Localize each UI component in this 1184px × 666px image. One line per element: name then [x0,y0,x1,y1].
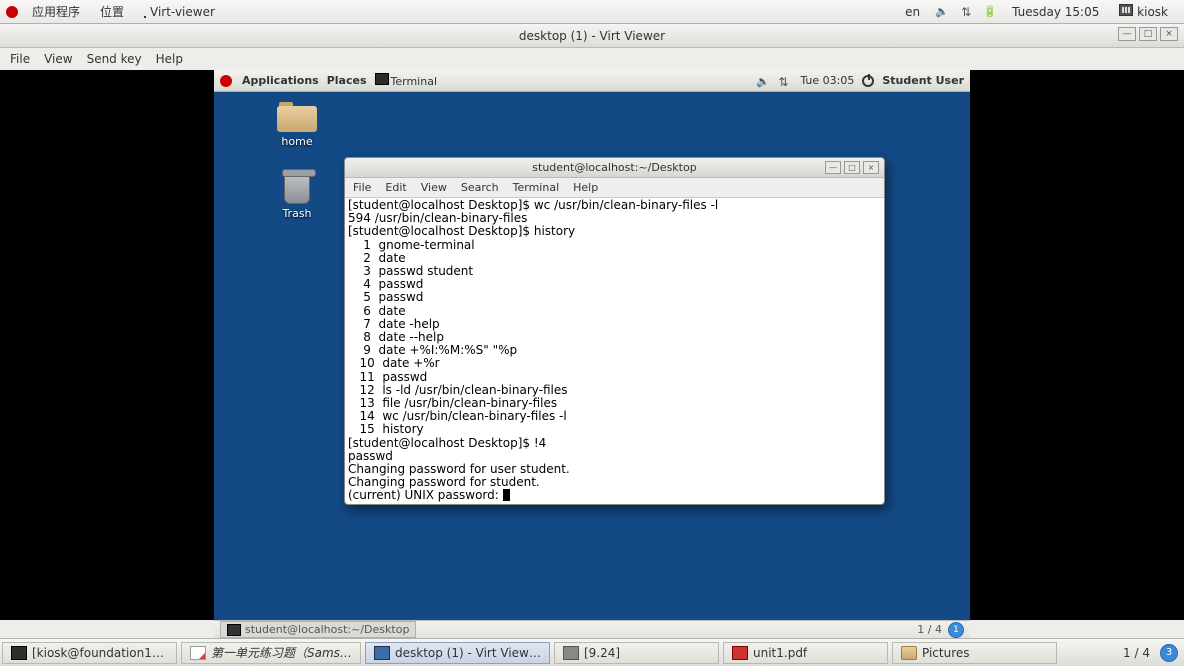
virt-viewer-titlebar[interactable]: desktop (1) - Virt Viewer — □ × [0,24,1184,48]
guest-bottom-panel: student@localhost:~/Desktop 1 / 4 1 [214,620,970,638]
desktop-icon-trash[interactable]: Trash [262,172,332,220]
document-icon [190,646,206,660]
taskbar-item-kiosk-terminal[interactable]: [kiosk@foundation167:… [2,642,177,664]
guest-workspace-switcher[interactable]: 1 [948,622,964,638]
battery-icon[interactable] [982,5,998,19]
terminal-maximize-button[interactable]: □ [844,161,860,174]
taskbar-item-pictures[interactable]: Pictures [892,642,1057,664]
vv-menu-file[interactable]: File [10,52,30,66]
terminal-menubar: File Edit View Search Terminal Help [345,178,884,198]
guest-clock[interactable]: Tue 03:05 [800,74,854,87]
trash-icon [284,172,310,204]
folder-icon [901,646,917,660]
folder-icon [277,102,317,132]
host-user-menu[interactable]: kiosk [1109,4,1178,19]
host-active-app-label: Virt-viewer [150,5,215,19]
term-menu-search[interactable]: Search [461,181,499,194]
maximize-button[interactable]: □ [1139,27,1157,41]
host-applications-menu[interactable]: 应用程序 [22,3,90,20]
host-clock[interactable]: Tuesday 15:05 [1002,5,1109,19]
screenshot-icon [563,646,579,660]
terminal-icon [11,646,27,660]
guest-taskbar-item-terminal[interactable]: student@localhost:~/Desktop [220,621,416,638]
term-menu-edit[interactable]: Edit [385,181,406,194]
terminal-output[interactable]: [student@localhost Desktop]$ wc /usr/bin… [345,198,884,504]
term-menu-terminal[interactable]: Terminal [513,181,560,194]
guest-pager-label: 1 / 4 [917,623,942,636]
taskbar-item-label: 第一单元练习题（Sams… [211,644,352,661]
term-menu-file[interactable]: File [353,181,371,194]
minimize-button[interactable]: — [1118,27,1136,41]
virt-viewer-menubar: File View Send key Help [0,48,1184,70]
guest-terminal-label: Terminal [391,75,438,88]
taskbar-item-label: [9.24] [584,646,620,660]
host-user-label: kiosk [1137,5,1168,19]
terminal-minimize-button[interactable]: — [825,161,841,174]
host-taskbar: [kiosk@foundation167:… 第一单元练习题（Sams… des… [0,638,1184,666]
terminal-icon [375,73,389,85]
taskbar-item-virt-viewer[interactable]: desktop (1) - Virt Viewer [365,642,550,664]
sound-icon[interactable] [934,5,950,19]
term-menu-help[interactable]: Help [573,181,598,194]
virt-viewer-window: desktop (1) - Virt Viewer — □ × File Vie… [0,24,1184,638]
host-top-panel: 应用程序 位置 Virt-viewer en Tuesday 15:05 kio… [0,0,1184,24]
host-places-menu[interactable]: 位置 [90,3,134,20]
guest-sound-icon[interactable] [756,75,770,87]
desktop-icon-home-label: home [262,135,332,148]
virt-viewer-title: desktop (1) - Virt Viewer [519,29,665,43]
terminal-text: [student@localhost Desktop]$ wc /usr/bin… [348,198,718,502]
vv-menu-sendkey[interactable]: Send key [87,52,142,66]
host-active-app[interactable]: Virt-viewer [134,5,225,19]
vv-menu-help[interactable]: Help [156,52,183,66]
guest-applications-menu[interactable]: Applications [242,74,319,87]
guest-taskbar-item-label: student@localhost:~/Desktop [245,623,409,636]
taskbar-item-screenshot[interactable]: [9.24] [554,642,719,664]
host-workspace-switcher[interactable]: 3 [1160,644,1178,662]
close-button[interactable]: × [1160,27,1178,41]
guest-user-menu[interactable]: Student User [882,74,964,87]
network-icon[interactable] [958,5,974,19]
guest-network-icon[interactable] [778,75,792,87]
guest-power-icon[interactable] [862,75,874,87]
terminal-title: student@localhost:~/Desktop [532,161,696,174]
virt-viewer-display[interactable]: Applications Places Terminal Tue 03:05 S… [0,70,1184,620]
keyboard-icon [1119,4,1133,16]
term-menu-view[interactable]: View [421,181,447,194]
taskbar-item-label: unit1.pdf [753,646,807,660]
taskbar-item-label: Pictures [922,646,970,660]
guest-places-menu[interactable]: Places [327,74,367,87]
activities-icon[interactable] [6,6,18,18]
taskbar-item-label: [kiosk@foundation167:… [32,646,168,660]
host-pager-label: 1 / 4 [1113,646,1160,660]
virt-viewer-icon [374,646,390,660]
guest-terminal-launcher[interactable]: Terminal [375,73,438,88]
pdf-icon [732,646,748,660]
host-lang-indicator[interactable]: en [895,5,930,19]
vv-menu-view[interactable]: View [44,52,72,66]
desktop-icon-home[interactable]: home [262,102,332,148]
guest-desktop[interactable]: Applications Places Terminal Tue 03:05 S… [214,70,970,622]
terminal-tab-icon [227,624,241,636]
guest-activities-icon[interactable] [220,75,232,87]
terminal-window[interactable]: student@localhost:~/Desktop — □ × File E… [344,157,885,505]
terminal-close-button[interactable]: × [863,161,879,174]
desktop-icon-trash-label: Trash [262,207,332,220]
guest-top-panel: Applications Places Terminal Tue 03:05 S… [214,70,970,92]
taskbar-item-doc[interactable]: 第一单元练习题（Sams… [181,642,361,664]
terminal-titlebar[interactable]: student@localhost:~/Desktop — □ × [345,158,884,178]
terminal-cursor [503,489,510,501]
taskbar-item-label: desktop (1) - Virt Viewer [395,646,541,660]
taskbar-item-pdf[interactable]: unit1.pdf [723,642,888,664]
